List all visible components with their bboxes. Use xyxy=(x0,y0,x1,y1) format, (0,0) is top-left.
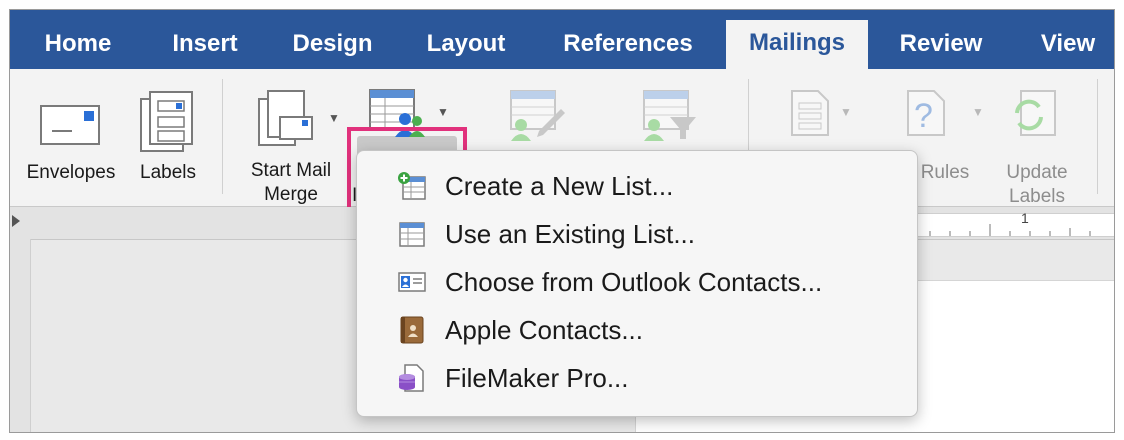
edit-list-icon xyxy=(510,90,565,141)
menu-item-label: FileMaker Pro... xyxy=(445,363,629,393)
tab-review[interactable]: Review xyxy=(886,24,996,69)
tab-references[interactable]: References xyxy=(543,24,713,69)
chevron-down-icon: ▼ xyxy=(328,111,340,125)
svg-text:?: ? xyxy=(914,97,933,135)
tab-mailings[interactable]: Mailings xyxy=(726,20,868,69)
envelope-icon xyxy=(40,105,100,145)
menu-item-label: Choose from Outlook Contacts... xyxy=(445,267,823,297)
rules-button[interactable]: ? ▼ Rules xyxy=(906,89,990,204)
tab-home[interactable]: Home xyxy=(28,24,128,69)
chevron-down-icon: ▼ xyxy=(437,105,449,119)
vertical-ruler[interactable] xyxy=(10,239,31,432)
filemaker-icon xyxy=(399,364,424,392)
envelopes-button[interactable]: Envelopes xyxy=(16,89,126,204)
edit-recipient-list-button[interactable] xyxy=(505,87,575,147)
chevron-down-icon: ▼ xyxy=(972,105,984,119)
ribbon-separator xyxy=(222,79,223,194)
ribbon-tab-bar: Home Insert Design Layout References Mai… xyxy=(10,10,1114,69)
filter-list-icon xyxy=(643,90,696,141)
new-list-icon xyxy=(398,172,426,200)
update-labels-label-line1: Update xyxy=(1006,162,1068,183)
menu-item-create-new-list[interactable]: Create a New List... xyxy=(357,163,917,211)
menu-item-label: Use an Existing List... xyxy=(445,219,695,249)
menu-item-label: Create a New List... xyxy=(445,171,674,201)
start-mail-merge-label-line2: Merge xyxy=(264,184,318,205)
envelopes-label: Envelopes xyxy=(26,162,116,183)
outlook-contacts-icon xyxy=(398,272,426,292)
menu-item-apple-contacts[interactable]: Apple Contacts... xyxy=(357,307,917,355)
recipients-list-icon xyxy=(369,89,425,137)
merge-field-icon xyxy=(791,90,829,136)
labels-icon xyxy=(140,91,193,152)
update-labels-icon xyxy=(1015,90,1056,136)
tab-design[interactable]: Design xyxy=(275,24,390,69)
labels-label: Labels xyxy=(140,162,196,183)
labels-button[interactable]: Labels xyxy=(128,87,208,202)
ruler-number: 1 xyxy=(1021,210,1029,226)
menu-item-label: Apple Contacts... xyxy=(445,315,643,345)
filter-recipients-button[interactable] xyxy=(638,87,708,147)
tab-view[interactable]: View xyxy=(1022,24,1114,69)
rules-label: Rules xyxy=(920,162,970,183)
apple-contacts-icon xyxy=(400,316,424,344)
chevron-down-icon: ▼ xyxy=(840,105,852,119)
insert-merge-field-button[interactable]: ▼ xyxy=(790,89,860,149)
rules-question-icon: ? xyxy=(907,90,945,136)
mail-merge-icon xyxy=(258,90,313,146)
ribbon-separator xyxy=(1097,79,1098,194)
tab-insert[interactable]: Insert xyxy=(155,24,255,69)
word-window: Home Insert Design Layout References Mai… xyxy=(9,9,1115,433)
existing-list-icon xyxy=(399,222,425,247)
menu-item-filemaker-pro[interactable]: FileMaker Pro... xyxy=(357,355,917,403)
select-recipients-button[interactable]: ▼ xyxy=(357,77,457,144)
menu-item-use-existing-list[interactable]: Use an Existing List... xyxy=(357,211,917,259)
update-labels-button[interactable]: Update Labels xyxy=(995,89,1079,207)
select-recipients-menu: Create a New List... Use an Existing Lis… xyxy=(356,150,918,417)
indent-marker-icon xyxy=(12,215,20,227)
start-mail-merge-button[interactable]: ▼ Start Mail Merge xyxy=(232,85,350,205)
menu-item-outlook-contacts[interactable]: Choose from Outlook Contacts... xyxy=(357,259,917,307)
tab-layout[interactable]: Layout xyxy=(413,24,519,69)
update-labels-label-line2: Labels xyxy=(1009,186,1065,207)
start-mail-merge-label-line1: Start Mail xyxy=(250,160,332,181)
